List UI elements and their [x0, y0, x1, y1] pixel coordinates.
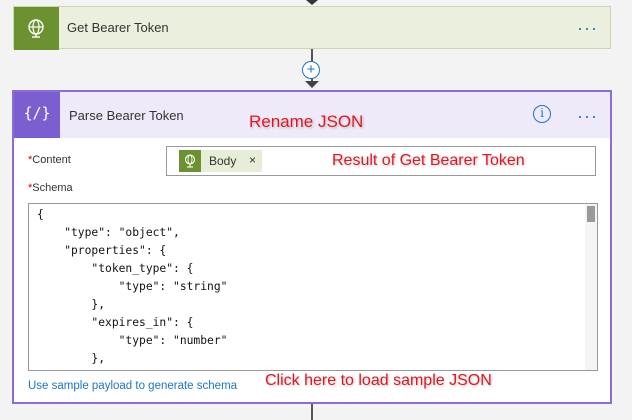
schema-label: *Schema — [28, 182, 73, 194]
scrollbar[interactable] — [585, 204, 597, 370]
schema-editor[interactable]: { "type": "object", "properties": { "tok… — [28, 203, 598, 371]
globe-icon — [184, 154, 196, 168]
more-options-icon[interactable]: ··· — [577, 107, 598, 125]
parse-bearer-token-card: {/} Parse Bearer Token Rename JSON i ···… — [12, 90, 612, 404]
connector-line-bottom — [311, 404, 313, 420]
click-annotation: Click here to load sample JSON — [265, 372, 492, 389]
close-icon[interactable]: × — [249, 153, 256, 167]
info-icon[interactable]: i — [533, 105, 551, 123]
more-options-icon[interactable]: ··· — [577, 19, 598, 37]
get-bearer-token-title: Get Bearer Token — [67, 20, 169, 35]
schema-label-text: Schema — [32, 182, 73, 194]
connector-arrow-top — [306, 0, 318, 5]
sample-payload-link[interactable]: Use sample payload to generate schema — [28, 380, 237, 392]
rename-annotation: Rename JSON — [249, 112, 364, 131]
get-bearer-token-card[interactable]: Get Bearer Token ··· — [13, 6, 611, 50]
body-token[interactable]: Body × — [179, 150, 262, 172]
scrollbar-thumb[interactable] — [587, 206, 595, 222]
parse-json-icon: {/} — [14, 92, 60, 138]
content-label: *Content — [28, 154, 71, 166]
parse-bearer-token-title[interactable]: Parse Bearer Token — [69, 108, 184, 123]
body-token-label: Body — [209, 154, 237, 168]
globe-icon — [28, 19, 44, 38]
content-label-text: Content — [32, 154, 71, 166]
token-http-icon — [179, 150, 201, 172]
result-annotation: Result of Get Bearer Token — [332, 152, 525, 169]
insert-step-button[interactable]: + — [302, 61, 320, 79]
schema-text[interactable]: { "type": "object", "properties": { "tok… — [29, 204, 597, 370]
braces-icon: {/} — [23, 104, 51, 122]
http-action-icon — [14, 7, 59, 50]
parse-card-header[interactable]: {/} Parse Bearer Token Rename JSON i ··· — [14, 92, 610, 138]
content-input[interactable]: Body × Result of Get Bearer Token — [166, 146, 596, 176]
connector-arrow — [305, 81, 319, 88]
